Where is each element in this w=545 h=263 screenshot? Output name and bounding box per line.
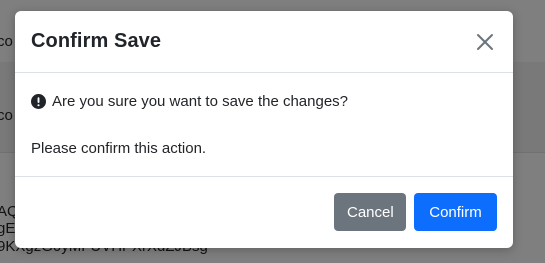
- confirm-note: Please confirm this action.: [31, 140, 207, 157]
- close-button[interactable]: [473, 30, 497, 54]
- confirm-save-dialog: Confirm Save Are you sure you want to sa…: [15, 11, 513, 248]
- exclamation-circle-icon: [31, 94, 46, 109]
- warning-message-text: Are you sure you want to save the change…: [52, 93, 349, 110]
- cancel-button[interactable]: Cancel: [334, 193, 406, 231]
- close-icon: [477, 33, 493, 50]
- warning-message: Are you sure you want to save the change…: [31, 93, 497, 110]
- modal-footer: Cancel Confirm: [15, 177, 513, 247]
- modal-title: Confirm Save: [31, 30, 162, 52]
- modal-header: Confirm Save: [15, 11, 513, 73]
- modal-body: Are you sure you want to save the change…: [15, 73, 513, 177]
- confirm-button[interactable]: Confirm: [414, 193, 497, 231]
